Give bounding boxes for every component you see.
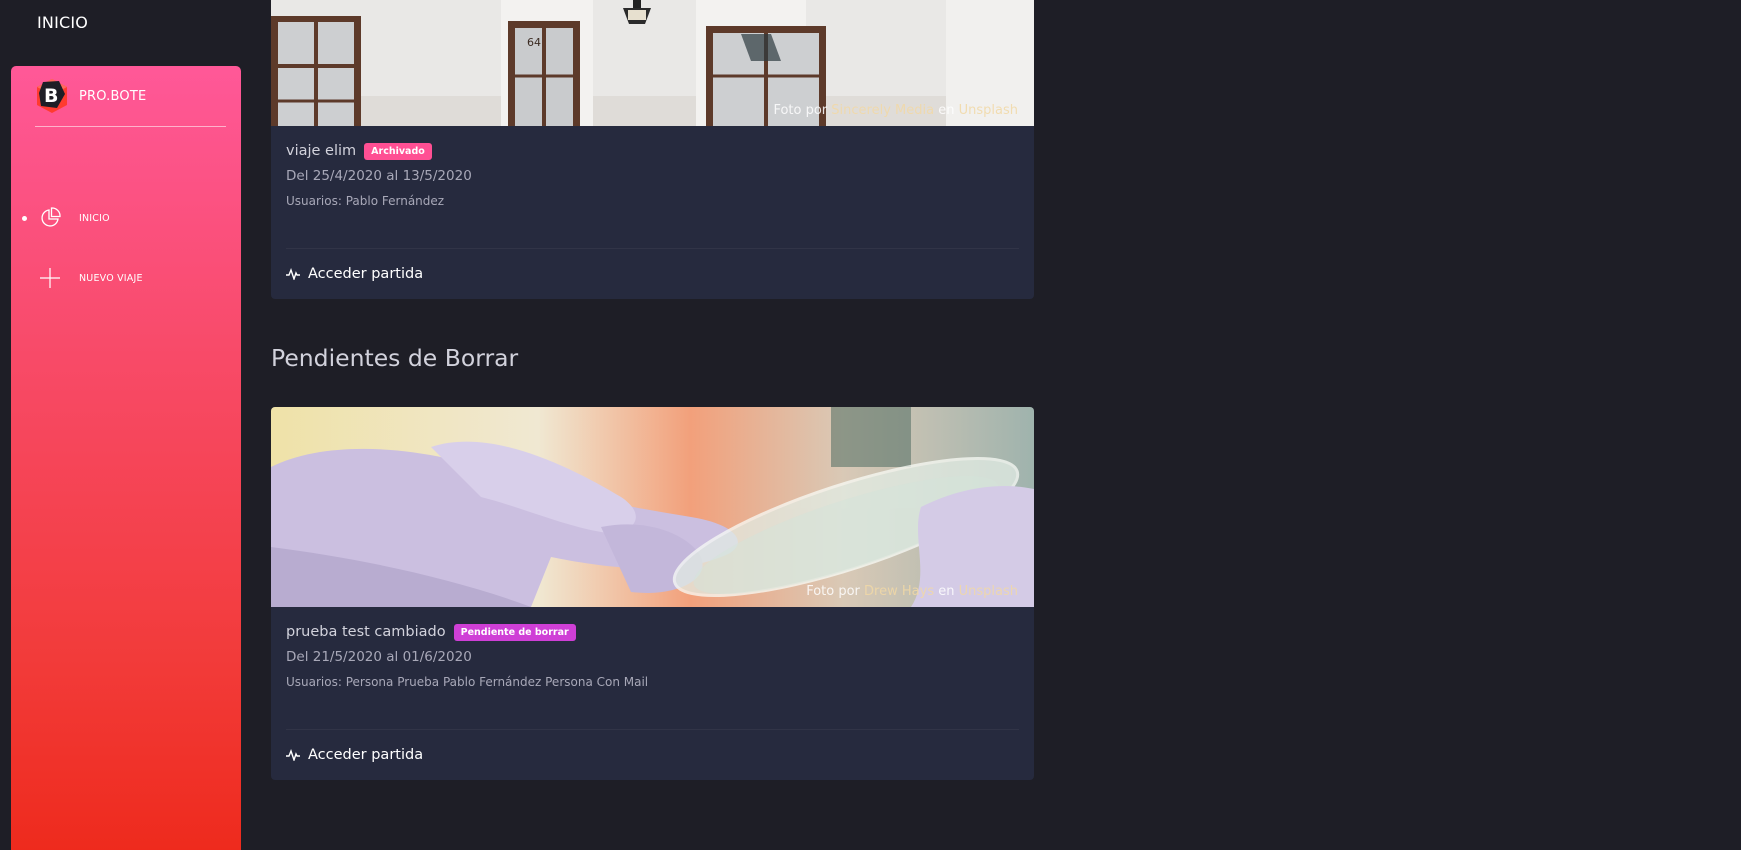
trip-users: Usuarios: Persona Prueba Pablo Fernández…	[286, 675, 649, 689]
sidebar-item-inicio[interactable]: INICIO	[11, 203, 241, 233]
window-left	[271, 16, 361, 126]
trip-title: viaje elim	[286, 143, 357, 159]
credit-prefix: Foto por	[773, 103, 828, 118]
access-game-button[interactable]: Acceder partida	[271, 730, 1034, 780]
access-label: Acceder partida	[308, 266, 424, 282]
access-game-button[interactable]: Acceder partida	[271, 249, 1034, 299]
photo-credit: Foto por Sincerely Media en Unsplash	[773, 103, 1018, 118]
pie-chart-icon	[41, 207, 61, 227]
activity-icon	[286, 268, 300, 280]
sidebar-item-label: NUEVO VIAJE	[79, 272, 143, 284]
sidebar-item-label: INICIO	[79, 212, 110, 224]
page-title: INICIO	[37, 13, 89, 32]
credit-source-link[interactable]: Unsplash	[959, 103, 1018, 118]
sidebar-divider	[35, 126, 226, 127]
svg-text:64: 64	[527, 36, 541, 49]
lab-photo	[271, 407, 1034, 607]
trip-title: prueba test cambiado	[286, 624, 446, 640]
credit-source-link[interactable]: Unsplash	[959, 584, 1018, 599]
trip-dates: Del 21/5/2020 al 01/6/2020	[286, 649, 472, 665]
trip-card: 64 Foto por Sincerely Media en Unsplash	[271, 0, 1034, 299]
card-body: prueba test cambiado Pendiente de borrar…	[271, 607, 1034, 689]
credit-author-link[interactable]: Sincerely Media	[831, 103, 934, 118]
credit-middle: en	[938, 584, 955, 599]
photo-credit: Foto por Drew Hays en Unsplash	[806, 584, 1018, 599]
status-badge: Pendiente de borrar	[453, 623, 576, 641]
active-indicator	[22, 215, 27, 221]
svg-text:B: B	[44, 85, 58, 107]
sidebar: B PRO.BOTE INICIO NUEVO VIAJE	[11, 66, 241, 850]
window-middle: 64	[508, 21, 580, 126]
credit-prefix: Foto por	[806, 584, 860, 599]
plus-icon	[40, 268, 60, 288]
credit-middle: en	[938, 103, 955, 118]
brand-name: PRO.BOTE	[79, 88, 147, 104]
credit-author-link[interactable]: Drew Hays	[864, 584, 934, 599]
trip-card: Foto por Drew Hays en Unsplash prueba te…	[271, 407, 1034, 780]
section-title-pending: Pendientes de Borrar	[271, 344, 519, 372]
brand-logo-icon: B	[37, 79, 67, 113]
brand[interactable]: B PRO.BOTE	[35, 78, 146, 114]
card-image: Foto por Drew Hays en Unsplash	[271, 407, 1034, 607]
card-image: 64 Foto por Sincerely Media en Unsplash	[271, 0, 1034, 126]
trip-users: Usuarios: Pablo Fernández	[286, 194, 445, 208]
card-body: viaje elim Archivado Del 25/4/2020 al 13…	[271, 126, 1034, 208]
activity-icon	[286, 749, 300, 761]
status-badge: Archivado	[364, 142, 432, 160]
trip-dates: Del 25/4/2020 al 13/5/2020	[286, 168, 472, 184]
access-label: Acceder partida	[308, 747, 424, 763]
sidebar-item-nuevo-viaje[interactable]: NUEVO VIAJE	[11, 263, 241, 293]
